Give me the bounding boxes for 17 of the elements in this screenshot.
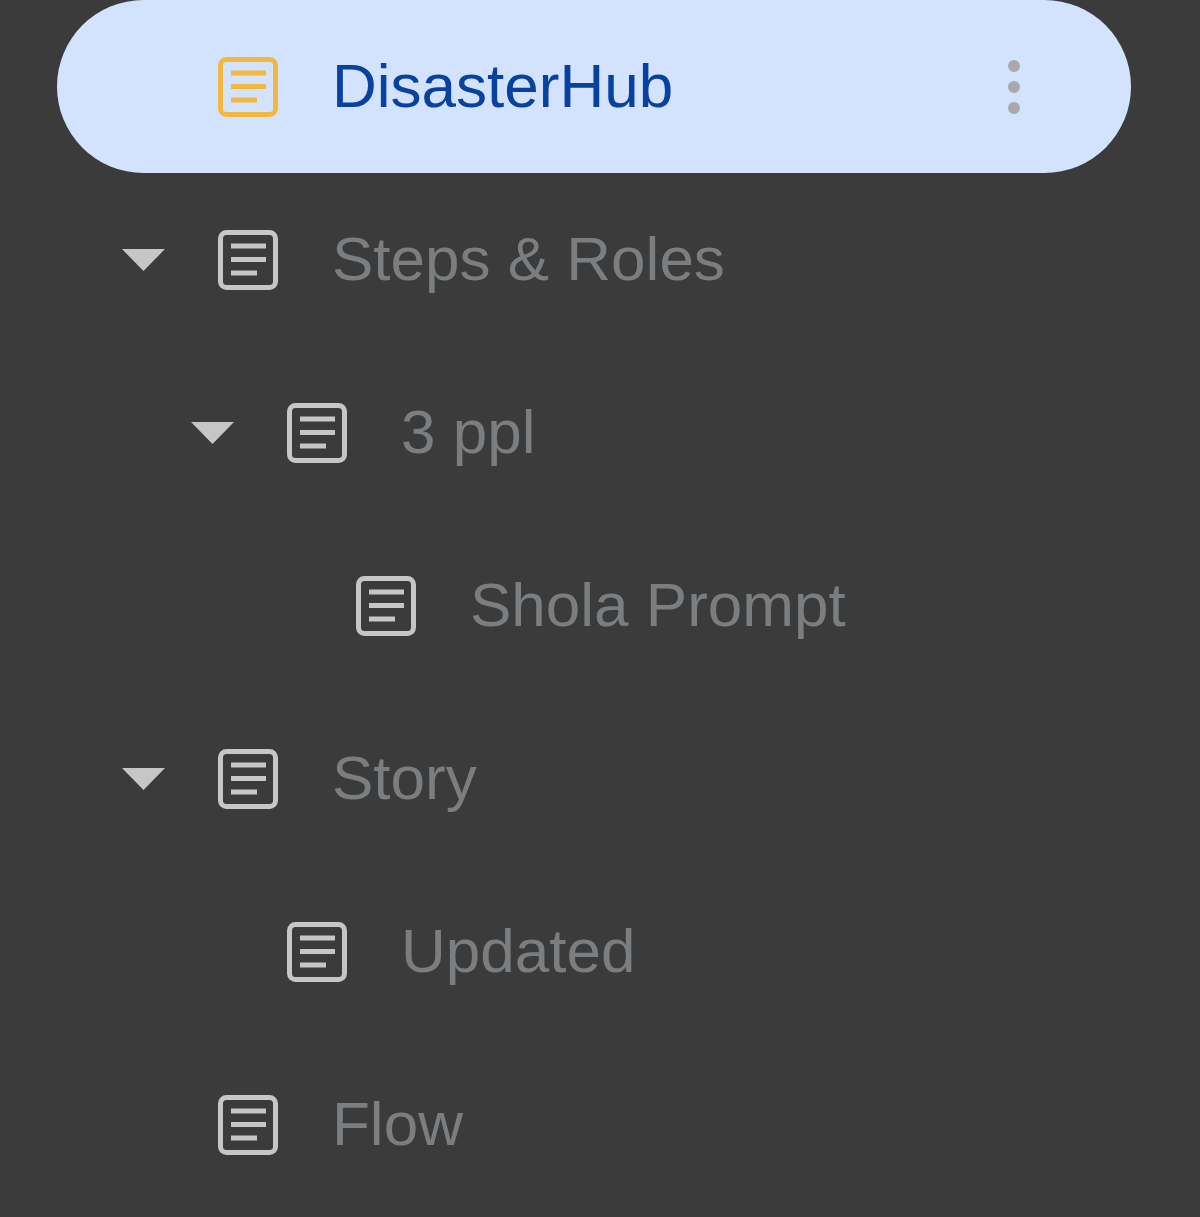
document-icon — [218, 748, 278, 809]
document-icon — [218, 229, 278, 290]
document-tab[interactable]: Updated — [57, 865, 1131, 1038]
document-tab[interactable]: Story — [57, 692, 1131, 865]
document-icon — [356, 575, 416, 636]
document-tab[interactable]: 3 ppl — [57, 346, 1131, 519]
caret-down-icon[interactable] — [122, 767, 165, 790]
document-icon — [218, 56, 278, 117]
caret-down-icon[interactable] — [191, 421, 234, 444]
document-tab[interactable]: Steps & Roles — [57, 173, 1131, 346]
document-icon — [287, 402, 347, 463]
caret-down-icon[interactable] — [122, 248, 165, 271]
document-tab[interactable]: Shola Prompt — [57, 519, 1131, 692]
document-tab[interactable]: DisasterHub — [57, 0, 1131, 173]
document-tab[interactable]: Flow — [57, 1038, 1131, 1211]
document-icon — [218, 1094, 278, 1155]
document-icon — [287, 921, 347, 982]
